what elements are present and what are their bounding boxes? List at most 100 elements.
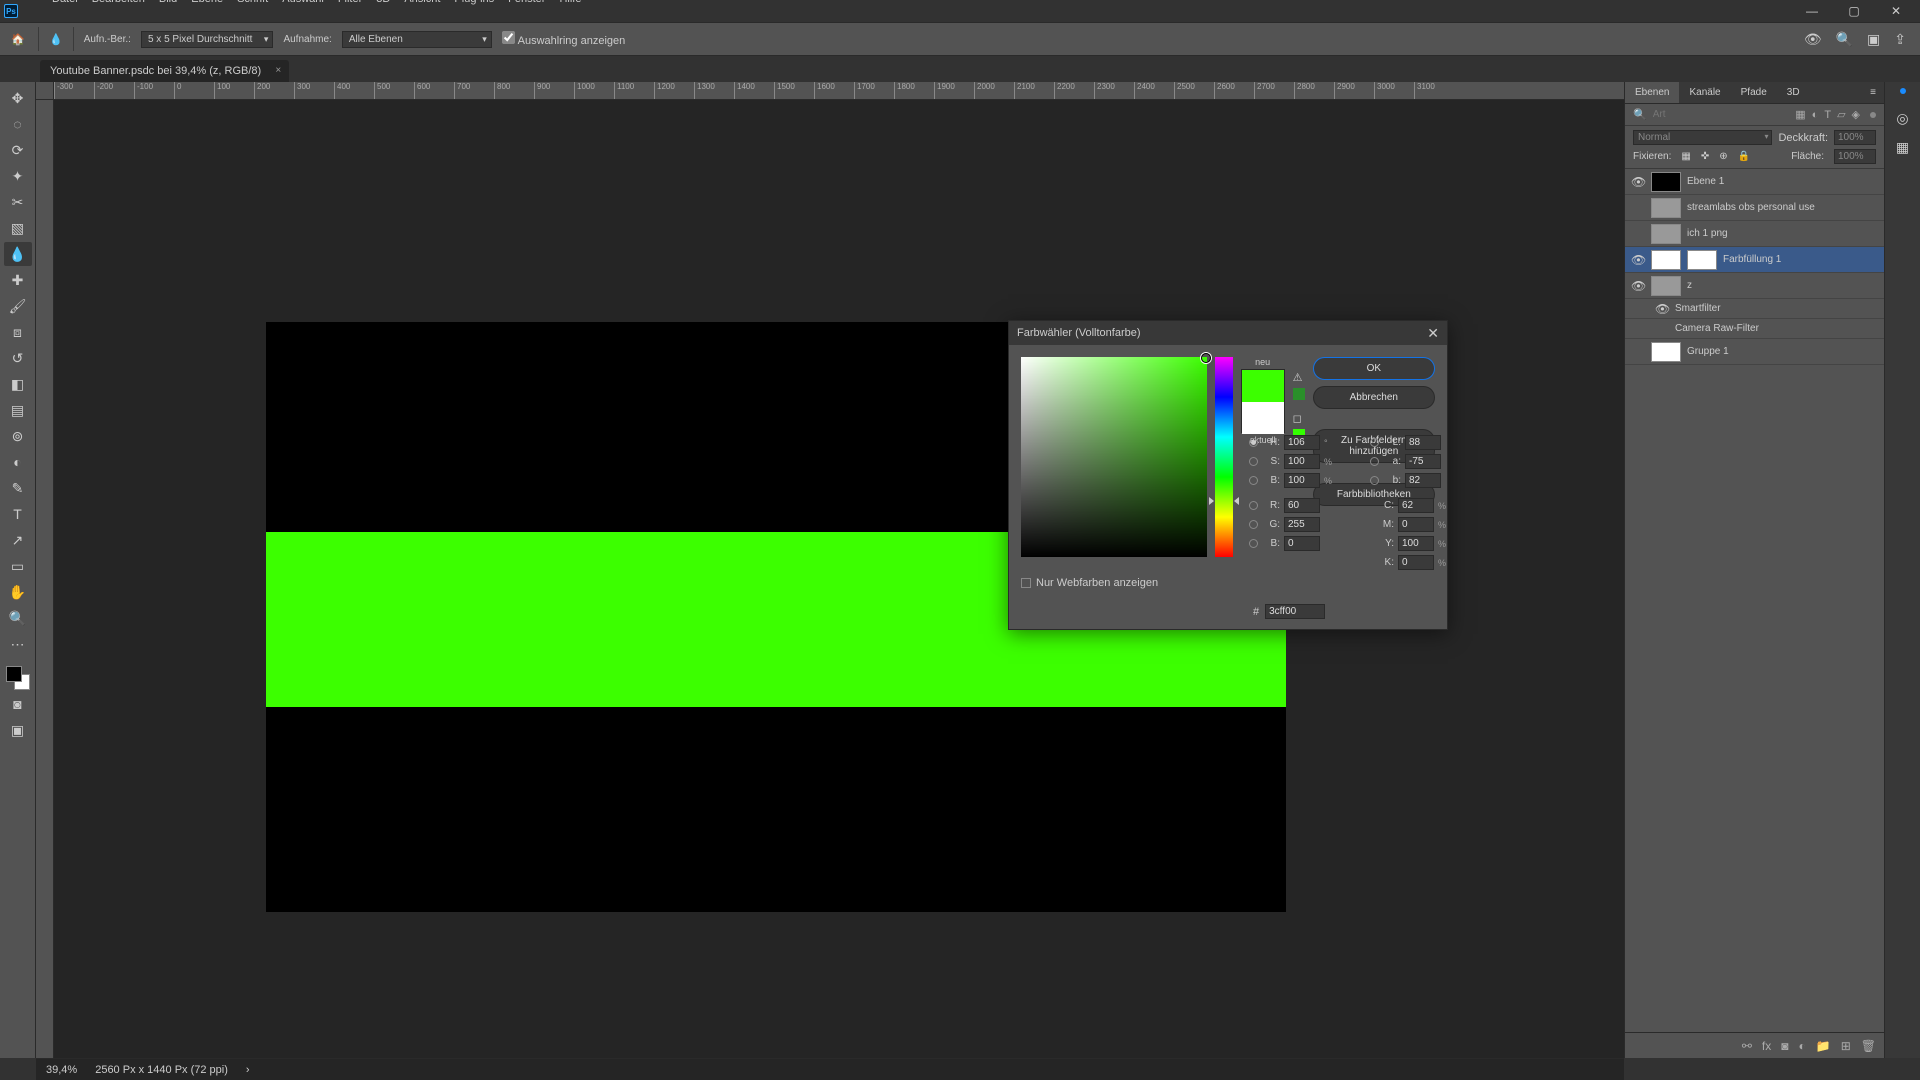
layer-thumbnail[interactable] xyxy=(1651,250,1681,270)
crop-tool-icon[interactable]: ✂ xyxy=(4,190,32,214)
eraser-tool-icon[interactable]: ◧ xyxy=(4,372,32,396)
ruler-vertical[interactable] xyxy=(36,100,54,1058)
y-input[interactable] xyxy=(1398,536,1434,551)
saturation-value-field[interactable] xyxy=(1021,357,1207,557)
hand-tool-icon[interactable]: ✋ xyxy=(4,580,32,604)
layer-thumbnail[interactable] xyxy=(1651,224,1681,244)
b2-input[interactable] xyxy=(1284,536,1320,551)
cancel-button[interactable]: Abbrechen xyxy=(1313,386,1435,409)
new-layer-icon[interactable]: ⊞ xyxy=(1841,1039,1851,1053)
hue-slider[interactable] xyxy=(1215,357,1232,557)
h-input[interactable] xyxy=(1284,435,1320,450)
type-tool-icon[interactable]: T xyxy=(4,502,32,526)
k-input[interactable] xyxy=(1398,555,1434,570)
websafe-warning-icon[interactable]: ◻ xyxy=(1293,412,1305,425)
layer-name[interactable]: Farbfüllung 1 xyxy=(1723,254,1781,265)
menu-datei[interactable]: Datei xyxy=(52,0,78,7)
layer-row[interactable]: Gruppe 1 xyxy=(1625,339,1884,365)
layer-thumbnail[interactable] xyxy=(1651,172,1681,192)
lock-pixels-icon[interactable]: ▦ xyxy=(1681,151,1690,162)
visibility-toggle-icon[interactable]: 👁 xyxy=(1655,302,1669,316)
gradient-tool-icon[interactable]: ▤ xyxy=(4,398,32,422)
menu-ebene[interactable]: Ebene xyxy=(191,0,223,7)
zoom-tool-icon[interactable]: 🔍 xyxy=(4,606,32,630)
b3-radio[interactable] xyxy=(1370,476,1379,485)
visibility-toggle-icon[interactable]: 👁 xyxy=(1631,175,1645,189)
menu-bild[interactable]: Bild xyxy=(159,0,177,7)
filter-smart-icon[interactable]: ◈ xyxy=(1852,108,1860,121)
brush-tool-icon[interactable]: 🖌 xyxy=(4,294,32,318)
ruler-horizontal[interactable]: -300-200-1000100200300400500600700800900… xyxy=(54,82,1624,100)
filter-image-icon[interactable]: ▦ xyxy=(1795,108,1805,121)
m-input[interactable] xyxy=(1398,517,1434,532)
color-panel-icon[interactable]: ◎ xyxy=(1896,110,1908,127)
filter-shape-icon[interactable]: ▱ xyxy=(1837,108,1845,121)
link-layers-icon[interactable]: ⚯ xyxy=(1742,1039,1752,1053)
lock-all-icon[interactable]: 🔒 xyxy=(1738,151,1750,162)
opacity-input[interactable]: 100% xyxy=(1834,130,1876,145)
panel-tab-pfade[interactable]: Pfade xyxy=(1731,82,1777,103)
r-input[interactable] xyxy=(1284,498,1320,513)
layer-row[interactable]: 👁 Farbfüllung 1 xyxy=(1625,247,1884,273)
layer-filter-input[interactable] xyxy=(1653,109,1713,120)
h-radio[interactable] xyxy=(1249,438,1258,447)
visibility-toggle-icon[interactable]: 👁 xyxy=(1631,253,1645,267)
layer-row[interactable]: 👁Smartfilter xyxy=(1625,299,1884,319)
show-ring-checkbox[interactable]: Auswahlring anzeigen xyxy=(502,31,625,47)
panel-tab-3d[interactable]: 3D xyxy=(1777,82,1810,103)
layer-row[interactable]: ich 1 png xyxy=(1625,221,1884,247)
cloud-docs-icon[interactable]: 👁 xyxy=(1804,31,1822,48)
close-tab-icon[interactable]: × xyxy=(275,65,281,76)
dialog-close-icon[interactable]: ✕ xyxy=(1427,325,1439,342)
panel-tab-ebenen[interactable]: Ebenen xyxy=(1625,82,1679,103)
lasso-tool-icon[interactable]: ⟳ xyxy=(4,138,32,162)
layer-fx-icon[interactable]: fx xyxy=(1762,1039,1771,1053)
adjustment-layer-icon[interactable]: ◐ xyxy=(1799,1039,1806,1053)
panel-menu-icon[interactable]: ≡ xyxy=(1862,82,1884,103)
home-icon[interactable]: 🏠 xyxy=(8,29,28,49)
pen-tool-icon[interactable]: ✎ xyxy=(4,476,32,500)
sample-layers-dropdown[interactable]: Alle Ebenen xyxy=(342,31,492,48)
layer-thumbnail[interactable] xyxy=(1651,198,1681,218)
g-input[interactable] xyxy=(1284,517,1320,532)
share-icon[interactable]: ⇪ xyxy=(1894,31,1906,48)
document-tab[interactable]: Youtube Banner.psdc bei 39,4% (z, RGB/8)… xyxy=(40,60,289,82)
menu-3d[interactable]: 3D xyxy=(376,0,390,7)
dialog-titlebar[interactable]: Farbwähler (Volltonfarbe) ✕ xyxy=(1009,321,1447,345)
edit-toolbar-icon[interactable]: ⋯ xyxy=(4,632,32,656)
filter-toggle[interactable] xyxy=(1870,112,1876,118)
layer-row[interactable]: 👁Ebene 1 xyxy=(1625,169,1884,195)
doc-info[interactable]: 2560 Px x 1440 Px (72 ppi) xyxy=(95,1064,228,1076)
menu-bearbeiten[interactable]: Bearbeiten xyxy=(92,0,145,7)
move-tool-icon[interactable]: ✥ xyxy=(4,86,32,110)
r-radio[interactable] xyxy=(1249,501,1258,510)
b-input[interactable] xyxy=(1284,473,1320,488)
doc-info-arrow-icon[interactable]: › xyxy=(246,1064,250,1076)
layer-name[interactable]: streamlabs obs personal use xyxy=(1687,202,1815,213)
menu-schrift[interactable]: Schrift xyxy=(237,0,268,7)
s-radio[interactable] xyxy=(1249,457,1258,466)
path-tool-icon[interactable]: ↗ xyxy=(4,528,32,552)
wand-tool-icon[interactable]: ✦ xyxy=(4,164,32,188)
b-radio[interactable] xyxy=(1249,476,1258,485)
layer-name[interactable]: Camera Raw-Filter xyxy=(1675,323,1759,334)
layer-name[interactable]: z xyxy=(1687,280,1692,291)
layer-name[interactable]: ich 1 png xyxy=(1687,228,1728,239)
search-icon[interactable]: 🔍 xyxy=(1633,108,1647,121)
visibility-toggle-icon[interactable]: 👁 xyxy=(1631,279,1645,293)
eyedropper-tool-icon[interactable]: 💧 xyxy=(4,242,32,266)
hex-input[interactable] xyxy=(1265,604,1325,619)
g-radio[interactable] xyxy=(1249,520,1258,529)
b2-radio[interactable] xyxy=(1249,539,1258,548)
screenmode-icon[interactable]: ▣ xyxy=(4,718,32,742)
filter-adjust-icon[interactable]: ◐ xyxy=(1812,109,1819,121)
eyedropper-icon[interactable]: 💧 xyxy=(49,33,63,46)
workspace-icon[interactable]: ▣ xyxy=(1867,31,1880,48)
window-minimize-icon[interactable]: — xyxy=(1792,1,1832,21)
fill-input[interactable]: 100% xyxy=(1834,149,1876,164)
menu-ansicht[interactable]: Ansicht xyxy=(404,0,440,7)
lock-position-icon[interactable]: ✜ xyxy=(1701,151,1709,162)
lock-nested-icon[interactable]: ⊕ xyxy=(1719,151,1727,162)
delete-layer-icon[interactable]: 🗑 xyxy=(1861,1039,1876,1053)
current-color-swatch[interactable] xyxy=(1242,402,1284,434)
